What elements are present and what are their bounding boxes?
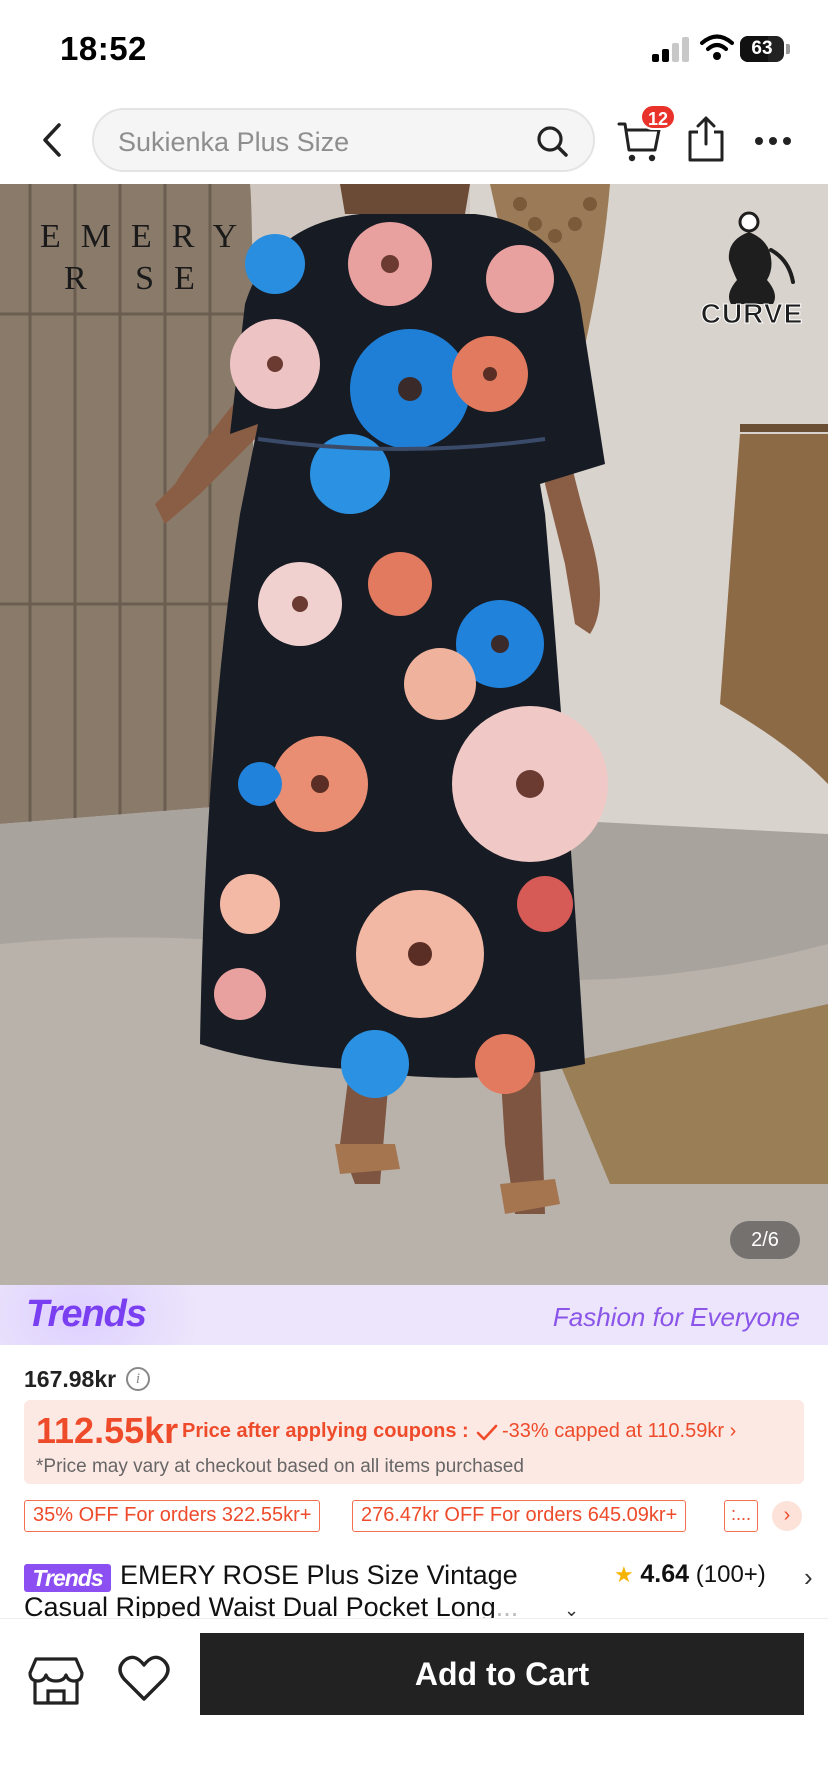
search-icon[interactable]	[535, 124, 569, 158]
status-time: 18:52	[60, 30, 147, 67]
cart-count-badge: 12	[640, 104, 677, 130]
promo-row: 35% OFF For orders 322.55kr+ 276.47kr OF…	[24, 1500, 814, 1532]
share-icon[interactable]	[686, 114, 726, 164]
back-button[interactable]	[32, 118, 72, 162]
product-title-line1: EMERY ROSE Plus Size Vintage	[120, 1560, 518, 1590]
check-icon	[476, 1424, 498, 1441]
battery-icon: 63	[740, 36, 784, 62]
image-counter: 2/6	[730, 1221, 800, 1259]
battery-level: 63	[751, 38, 773, 59]
top-nav-bar: Sukienka Plus Size 12	[0, 100, 828, 184]
cellular-signal-icon	[652, 36, 692, 62]
wifi-icon	[700, 34, 734, 60]
rating-value: 4.64	[640, 1560, 690, 1588]
back-icon	[43, 123, 61, 157]
info-icon[interactable]: i	[126, 1367, 150, 1391]
brand-logo-line1: EMERY	[40, 218, 258, 255]
promo-chip[interactable]: 276.47kr OFF For orders 645.09kr+	[352, 1500, 687, 1532]
search-placeholder: Sukienka Plus Size	[118, 127, 350, 157]
coupon-detail-text: -33% capped at 110.59kr	[502, 1420, 725, 1442]
heart-icon[interactable]	[118, 1653, 170, 1705]
rating-count: (100+)	[695, 1561, 766, 1588]
trends-banner[interactable]: Trends Fashion for Everyone	[0, 1285, 828, 1345]
store-icon[interactable]	[28, 1655, 84, 1707]
status-bar: 18:52 63	[0, 0, 828, 100]
curve-badge: CURVE	[697, 210, 807, 330]
more-options-icon[interactable]	[752, 126, 794, 156]
brand-logo-line2: R SE	[64, 260, 215, 297]
brand-logo: EMERY R SE	[40, 216, 258, 300]
product-photo	[0, 184, 828, 1285]
trends-logo: Trends	[26, 1293, 147, 1335]
add-to-cart-button[interactable]: Add to Cart	[200, 1633, 804, 1715]
star-icon: ★	[614, 1562, 634, 1587]
price-note: *Price may vary at checkout based on all…	[36, 1456, 524, 1477]
promo-chip[interactable]: 35% OFF For orders 322.55kr+	[24, 1500, 321, 1532]
search-input[interactable]: Sukienka Plus Size	[92, 108, 595, 172]
coupon-label: Price after applying coupons :	[182, 1420, 469, 1442]
promo-expand-arrow-icon[interactable]: ›	[772, 1501, 802, 1531]
product-rating[interactable]: ★ 4.64 (100+)	[614, 1560, 766, 1589]
rating-chevron-icon[interactable]: ›	[804, 1562, 813, 1593]
bottom-action-bar: Add to Cart	[0, 1618, 828, 1792]
trends-tag: Trends	[24, 1564, 111, 1592]
curve-figure-icon	[728, 211, 795, 304]
sale-price: 112.55kr	[36, 1410, 179, 1451]
product-title-row[interactable]: Trends EMERY ROSE Plus Size Vintage Casu…	[24, 1556, 814, 1622]
original-price: 167.98kr	[24, 1366, 117, 1392]
promo-chip-more[interactable]: :...	[724, 1500, 758, 1532]
coupon-detail: -33% capped at 110.59kr ›	[502, 1420, 736, 1443]
product-image-carousel[interactable]: EMERY R SE CURVE 2/6	[0, 184, 828, 1285]
curve-label: CURVE	[700, 298, 804, 330]
coupon-price-box[interactable]: 112.55kr Price after applying coupons : …	[24, 1400, 804, 1484]
chevron-right-icon: ›	[729, 1420, 737, 1442]
trends-tagline: Fashion for Everyone	[552, 1302, 800, 1332]
battery-tip	[786, 44, 790, 54]
